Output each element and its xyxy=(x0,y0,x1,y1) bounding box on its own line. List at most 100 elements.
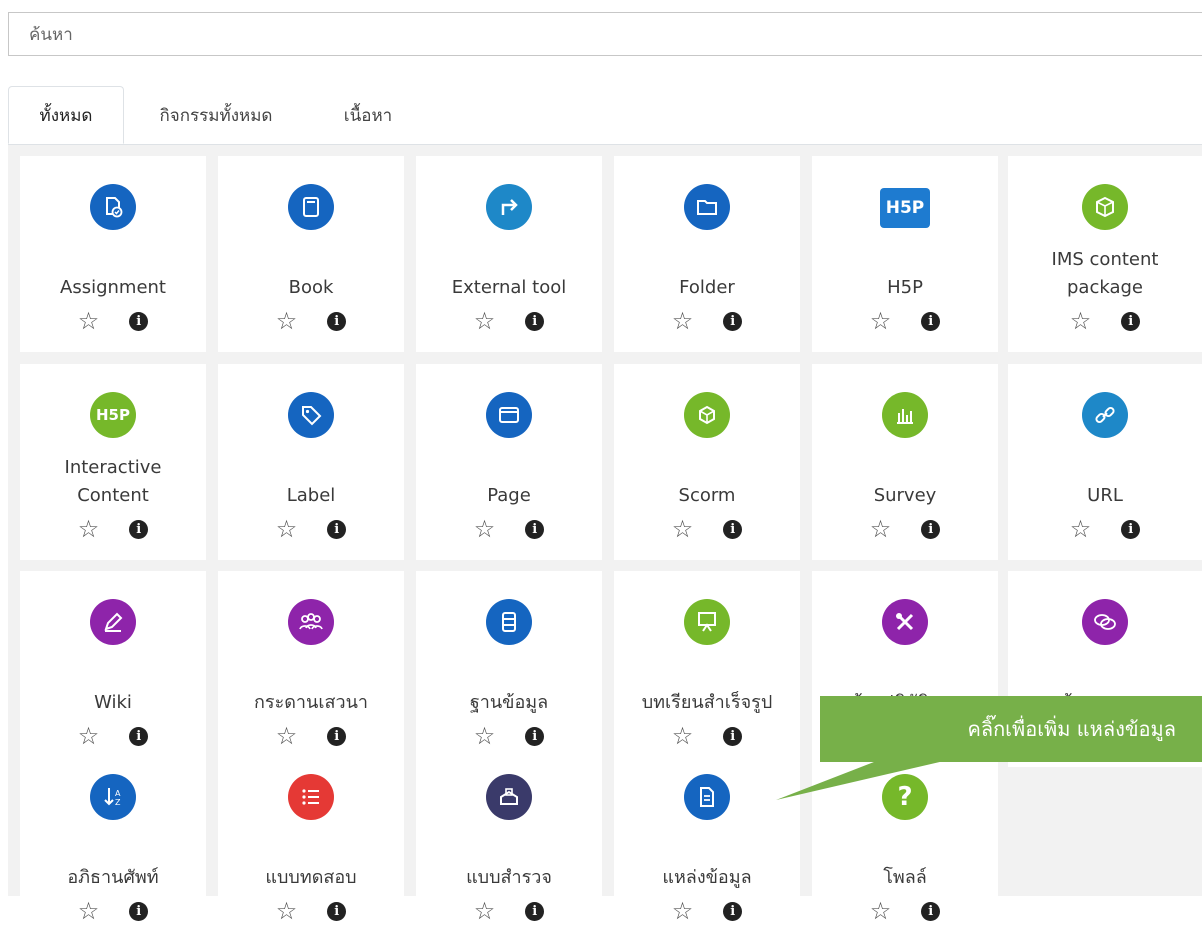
module-card-folder[interactable]: Folder ☆ i xyxy=(614,156,800,352)
info-icon[interactable]: i xyxy=(525,311,545,331)
star-icon[interactable]: ☆ xyxy=(474,899,496,923)
callout-text: คลิ๊กเพื่อเพิ่ม แหล่งข้อมูล xyxy=(967,717,1176,741)
info-icon[interactable]: i xyxy=(327,519,347,539)
info-icon[interactable]: i xyxy=(525,519,545,539)
star-icon[interactable]: ☆ xyxy=(276,899,298,923)
info-icon[interactable]: i xyxy=(723,311,743,331)
star-icon[interactable]: ☆ xyxy=(672,899,694,923)
info-icon[interactable]: i xyxy=(1121,311,1141,331)
module-name: อภิธานศัพท์ xyxy=(26,836,200,892)
star-icon[interactable]: ☆ xyxy=(672,724,694,748)
info-icon[interactable]: i xyxy=(129,311,149,331)
search-input[interactable]: ค้นหา xyxy=(8,12,1202,56)
choice-icon: ? xyxy=(882,774,928,820)
star-icon[interactable]: ☆ xyxy=(672,309,694,333)
module-card-external-tool[interactable]: External tool ☆ i xyxy=(416,156,602,352)
info-icon[interactable]: i xyxy=(525,726,545,746)
module-card-page[interactable]: Page ☆ i xyxy=(416,364,602,560)
module-card-scorm[interactable]: Scorm ☆ i xyxy=(614,364,800,560)
module-name-text: อภิธานศัพท์ xyxy=(67,867,159,888)
info-icon[interactable]: i xyxy=(327,901,347,921)
module-card-h5p[interactable]: H5P H5P ☆ i xyxy=(812,156,998,352)
module-card-database[interactable]: ฐานข้อมูล ☆ i xyxy=(416,571,602,767)
info-icon[interactable]: i xyxy=(723,726,743,746)
module-card-label[interactable]: Label ☆ i xyxy=(218,364,404,560)
module-name-text: Page xyxy=(487,485,531,506)
tab-activities[interactable]: กิจกรรมทั้งหมด xyxy=(136,86,296,144)
star-icon[interactable]: ☆ xyxy=(276,309,298,333)
star-icon[interactable]: ☆ xyxy=(672,517,694,541)
module-actions: ☆i xyxy=(812,896,998,926)
module-card-lesson[interactable]: บทเรียนสำเร็จรูป ☆ i xyxy=(614,571,800,767)
module-actions: ☆i xyxy=(20,896,206,926)
info-icon[interactable]: i xyxy=(921,519,941,539)
module-card-ims-package[interactable]: IMS content package ☆ i xyxy=(1008,156,1202,352)
info-icon[interactable]: i xyxy=(129,901,149,921)
tab-resources[interactable]: เนื้อหา xyxy=(318,86,418,144)
module-actions: ☆i xyxy=(812,514,998,544)
star-icon[interactable]: ☆ xyxy=(474,517,496,541)
forum-icon xyxy=(288,599,334,645)
module-card-h5p-interactive[interactable]: H5P Interactive Content ☆ i xyxy=(20,364,206,560)
info-icon[interactable]: i xyxy=(723,519,743,539)
star-icon[interactable]: ☆ xyxy=(78,899,100,923)
info-icon[interactable]: i xyxy=(525,901,545,921)
info-icon[interactable]: i xyxy=(723,901,743,921)
star-icon[interactable]: ☆ xyxy=(474,724,496,748)
star-icon[interactable]: ☆ xyxy=(870,309,892,333)
module-card-assignment[interactable]: Assignment ☆ i xyxy=(20,156,206,352)
module-name: แหล่งข้อมูล xyxy=(620,836,794,892)
star-icon[interactable]: ☆ xyxy=(1070,309,1092,333)
module-name-text: กระดานเสวนา xyxy=(254,692,368,713)
tab-all[interactable]: ทั้งหมด xyxy=(8,86,124,144)
module-card-feedback[interactable]: แบบสำรวจ ☆ i xyxy=(416,746,602,942)
module-name-text: โพลล์ xyxy=(883,867,927,888)
module-card-wiki[interactable]: Wiki ☆ i xyxy=(20,571,206,767)
module-name: External tool xyxy=(422,246,596,302)
module-actions: ☆i xyxy=(614,514,800,544)
info-icon[interactable]: i xyxy=(327,726,347,746)
module-name: H5P xyxy=(818,246,992,302)
star-icon[interactable]: ☆ xyxy=(276,517,298,541)
module-card-forum[interactable]: กระดานเสวนา ☆ i xyxy=(218,571,404,767)
module-name: Folder xyxy=(620,246,794,302)
star-icon[interactable]: ☆ xyxy=(78,724,100,748)
module-actions: ☆i xyxy=(1008,306,1202,336)
star-icon[interactable]: ☆ xyxy=(1070,517,1092,541)
module-card-book[interactable]: Book ☆ i xyxy=(218,156,404,352)
module-name-text: URL xyxy=(1087,485,1123,506)
star-icon[interactable]: ☆ xyxy=(870,899,892,923)
module-actions: ☆i xyxy=(218,896,404,926)
module-card-choice[interactable]: ? โพลล์ ☆ i xyxy=(812,746,998,942)
module-name: บทเรียนสำเร็จรูป xyxy=(620,661,794,717)
module-card-quiz[interactable]: แบบทดสอบ ☆ i xyxy=(218,746,404,942)
star-icon[interactable]: ☆ xyxy=(474,309,496,333)
tab-activities-label: กิจกรรมทั้งหมด xyxy=(159,105,273,126)
star-icon[interactable]: ☆ xyxy=(78,517,100,541)
info-icon[interactable]: i xyxy=(327,311,347,331)
ims-package-icon xyxy=(1082,184,1128,230)
module-name: แบบสำรวจ xyxy=(422,836,596,892)
module-card-glossary[interactable]: A Z อภิธานศัพท์ ☆ i xyxy=(20,746,206,942)
info-icon[interactable]: i xyxy=(129,726,149,746)
module-card-survey[interactable]: Survey ☆ i xyxy=(812,364,998,560)
module-name: แบบทดสอบ xyxy=(224,836,398,892)
module-name: Scorm xyxy=(620,454,794,510)
tab-all-label: ทั้งหมด xyxy=(39,105,93,126)
module-card-resource[interactable]: แหล่งข้อมูล ☆ i xyxy=(614,746,800,942)
star-icon[interactable]: ☆ xyxy=(276,724,298,748)
lesson-icon xyxy=(684,599,730,645)
module-name-text: แบบสำรวจ xyxy=(466,867,552,888)
info-icon[interactable]: i xyxy=(1121,519,1141,539)
tab-resources-label: เนื้อหา xyxy=(343,105,393,126)
module-name: Assignment xyxy=(26,246,200,302)
module-card-url[interactable]: URL ☆ i xyxy=(1008,364,1202,560)
info-icon[interactable]: i xyxy=(129,519,149,539)
star-icon[interactable]: ☆ xyxy=(870,517,892,541)
star-icon[interactable]: ☆ xyxy=(78,309,100,333)
info-icon[interactable]: i xyxy=(921,311,941,331)
info-icon[interactable]: i xyxy=(921,901,941,921)
label-icon xyxy=(288,392,334,438)
module-name-text: แบบทดสอบ xyxy=(265,867,357,888)
module-name: Interactive Content xyxy=(26,454,200,510)
